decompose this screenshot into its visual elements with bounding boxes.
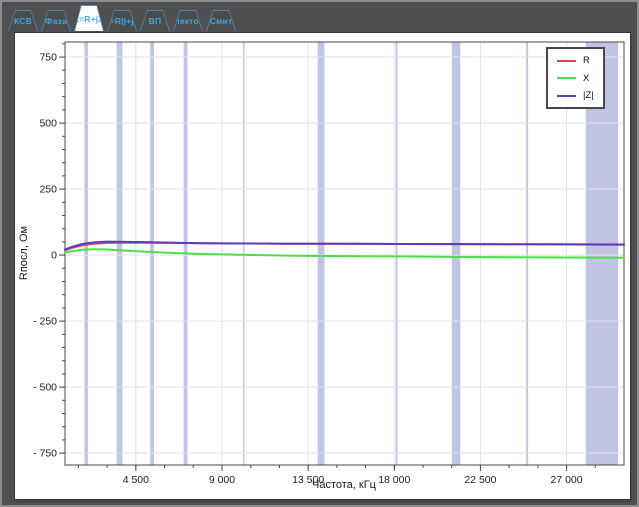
legend-line-swatch — [557, 94, 576, 97]
tab-vp[interactable]: ВП — [140, 10, 170, 31]
band-highlight — [84, 42, 88, 465]
band-highlight — [395, 42, 398, 465]
band-highlight — [526, 42, 529, 465]
legend-item: X — [557, 72, 594, 84]
legend-line-swatch — [557, 59, 576, 62]
y-axis-title: Rпосл, Ом — [18, 225, 30, 281]
legend: R X |Z| — [546, 47, 605, 109]
tab-reflectometer[interactable]: Рефлектометр — [173, 10, 203, 31]
x-tick-label: 22 500 — [464, 474, 496, 486]
legend-label: |Z| — [583, 90, 594, 101]
tab-label: Смит — [207, 11, 235, 31]
tab-label: Z=R||+jX — [108, 11, 136, 31]
x-tick-label: 27 000 — [551, 474, 583, 486]
y-tick-label: 500 — [39, 118, 57, 130]
tab-faza[interactable]: Фаза — [41, 10, 71, 31]
tab-label: КСВ — [9, 11, 37, 31]
y-tick-label: 250 — [39, 184, 57, 196]
y-tick-label: - 750 — [33, 448, 57, 460]
y-tick-label: 0 — [51, 250, 57, 262]
x-tick-label: 9 000 — [209, 474, 235, 486]
y-tick-label: 750 — [39, 52, 57, 64]
tab-smith[interactable]: Смит — [206, 10, 236, 31]
tab-bar: КСВ Фаза Z=R+jX Z=R||+jX ВП Рефлектометр Смит — [8, 2, 236, 31]
series-curve — [64, 248, 625, 259]
legend-label: R — [583, 55, 590, 66]
y-tick-label: - 250 — [33, 316, 57, 328]
band-highlight — [243, 42, 245, 465]
legend-item: R — [557, 56, 594, 66]
tab-z-parallel[interactable]: Z=R||+jX — [107, 10, 137, 31]
tab-ksv[interactable]: КСВ — [8, 10, 38, 31]
band-highlight — [451, 42, 461, 465]
tab-label: Z=R+jX — [75, 6, 103, 31]
chart-plot[interactable]: 4 500 9 000 13 500 18 000 22 500 27 000750500… — [15, 33, 630, 499]
series-curve — [64, 240, 625, 251]
legend-item: |Z| — [557, 91, 594, 101]
legend-line-swatch — [557, 77, 576, 80]
chart-panel: 4 500 9 000 13 500 18 000 22 500 27 000 750 500… — [15, 33, 630, 499]
tab-z-series[interactable]: Z=R+jX — [74, 5, 104, 31]
tab-label: ВП — [141, 11, 169, 31]
tab-label: Рефлектометр — [174, 11, 202, 31]
band-highlight — [150, 42, 155, 465]
app-window: КСВ Фаза Z=R+jX Z=R||+jX ВП Рефлектометр Смит … — [0, 0, 639, 507]
band-highlight — [116, 42, 123, 465]
legend-label: X — [583, 72, 590, 84]
x-axis-title: Частота, кГц — [312, 479, 376, 491]
tab-label: Фаза — [42, 11, 70, 31]
x-tick-label: 4 500 — [123, 474, 149, 486]
band-highlight — [317, 42, 325, 465]
y-tick-label: - 500 — [33, 382, 57, 394]
